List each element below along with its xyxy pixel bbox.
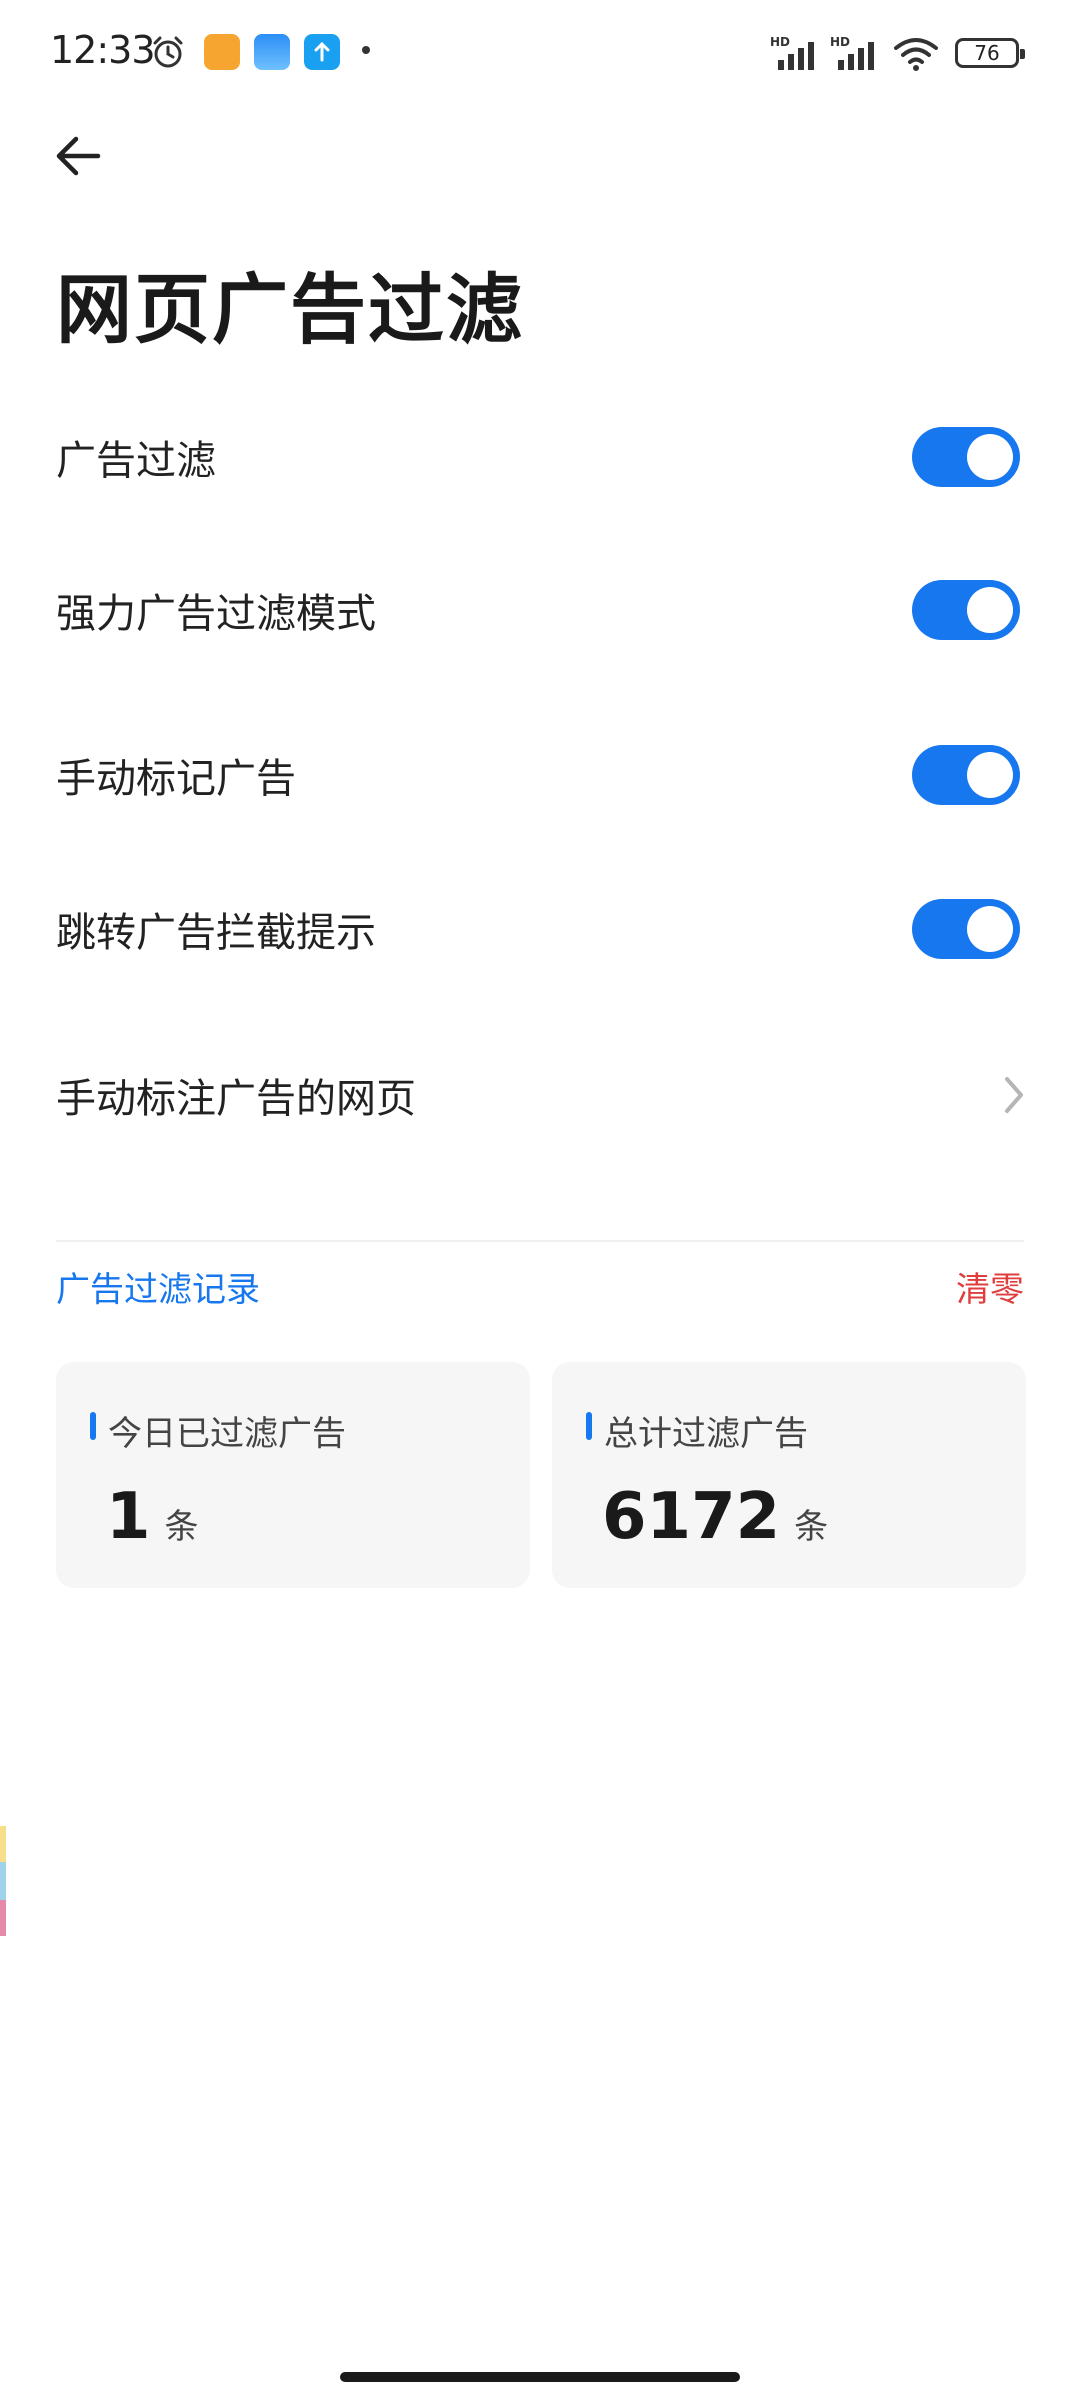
chevron-right-icon — [1005, 1077, 1023, 1113]
stat-value-wrap: 6172 条 — [602, 1480, 828, 1554]
stat-value: 1 — [106, 1480, 151, 1554]
notes-app-icon — [204, 34, 240, 70]
card-accent-bar — [90, 1412, 96, 1440]
toggle-knob — [967, 434, 1013, 480]
upload-app-icon — [304, 34, 340, 70]
setting-row-strong-filter[interactable]: 强力广告过滤模式 — [0, 545, 1080, 675]
back-button[interactable] — [40, 118, 116, 194]
toggle-knob — [967, 587, 1013, 633]
setting-label: 广告过滤 — [56, 438, 216, 484]
strong-filter-toggle[interactable] — [912, 580, 1020, 640]
signal-icon: HD — [830, 35, 874, 70]
setting-row-ad-filter[interactable]: 广告过滤 — [0, 392, 1080, 522]
section-title: 广告过滤记录 — [56, 1270, 260, 1310]
stat-unit: 条 — [794, 1507, 829, 1547]
setting-label: 强力广告过滤模式 — [56, 591, 376, 637]
edge-handle[interactable] — [0, 1900, 6, 1936]
home-indicator[interactable] — [340, 2372, 740, 2382]
card-accent-bar — [586, 1412, 592, 1440]
stat-label: 总计过滤广告 — [604, 1414, 808, 1454]
status-bar: 12:33 HD HD 76 — [0, 0, 1080, 110]
toggle-knob — [967, 906, 1013, 952]
section-divider — [56, 1240, 1024, 1242]
setting-row-marked-pages[interactable]: 手动标注广告的网页 — [0, 1030, 1080, 1160]
setting-label: 跳转广告拦截提示 — [56, 910, 376, 956]
stat-unit: 条 — [164, 1507, 199, 1547]
svg-text:HD: HD — [770, 35, 790, 49]
svg-text:HD: HD — [830, 35, 850, 49]
setting-row-manual-mark[interactable]: 手动标记广告 — [0, 710, 1080, 840]
edge-handle[interactable] — [0, 1862, 6, 1900]
stat-label: 今日已过滤广告 — [108, 1414, 346, 1454]
battery-icon: 76 — [955, 38, 1025, 68]
page-title: 网页广告过滤 — [56, 265, 524, 354]
stat-value: 6172 — [602, 1480, 781, 1554]
redirect-tip-toggle[interactable] — [912, 899, 1020, 959]
cloud-app-icon — [254, 34, 290, 70]
battery-level: 76 — [974, 41, 1000, 65]
ad-filter-toggle[interactable] — [912, 427, 1020, 487]
wifi-icon — [894, 38, 938, 71]
clear-button[interactable]: 清零 — [956, 1262, 1024, 1311]
setting-label: 手动标记广告 — [56, 756, 296, 802]
stat-value-wrap: 1条 — [106, 1480, 199, 1554]
arrow-left-icon — [56, 136, 101, 176]
signal-icon: HD — [770, 35, 814, 70]
alarm-icon — [153, 36, 183, 68]
setting-row-redirect-tip[interactable]: 跳转广告拦截提示 — [0, 864, 1080, 994]
notification-dot — [362, 46, 370, 54]
status-time: 12:33 — [50, 28, 156, 72]
stat-card-today: 今日已过滤广告 1条 — [56, 1362, 530, 1588]
setting-label: 手动标注广告的网页 — [56, 1076, 416, 1122]
manual-mark-toggle[interactable] — [912, 745, 1020, 805]
edge-handle[interactable] — [0, 1826, 6, 1862]
stat-card-total: 总计过滤广告 6172 条 — [552, 1362, 1026, 1588]
toggle-knob — [967, 752, 1013, 798]
